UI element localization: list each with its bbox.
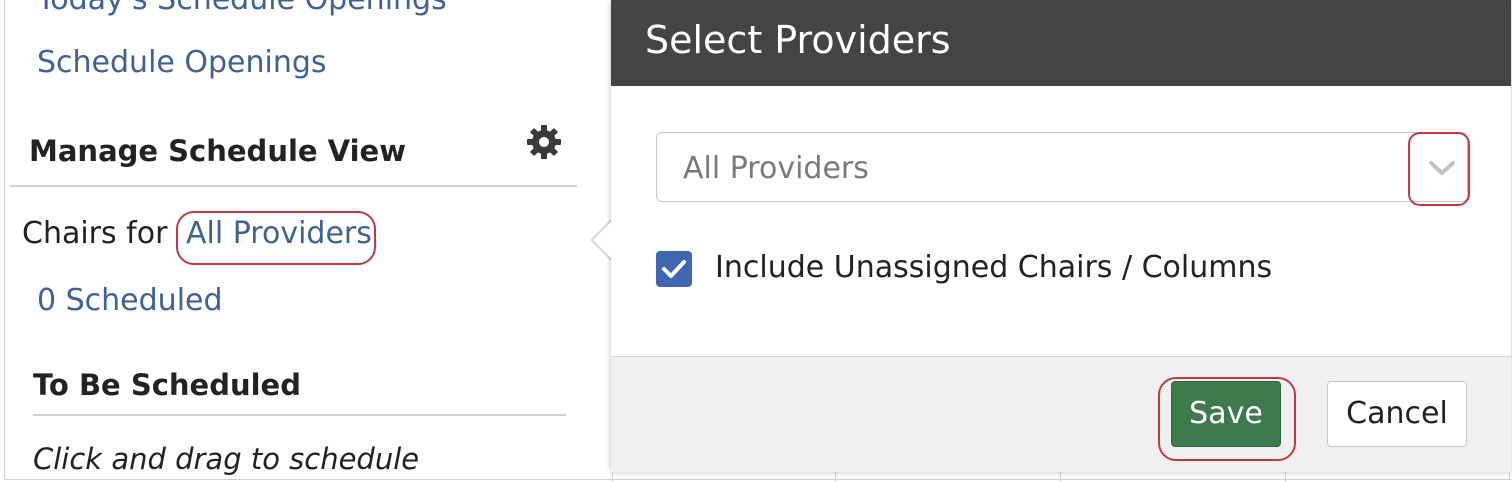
schedule-openings-link[interactable]: Schedule Openings bbox=[37, 45, 327, 80]
include-unassigned-label[interactable]: Include Unassigned Chairs / Columns bbox=[715, 250, 1272, 285]
chevron-down-icon[interactable] bbox=[1427, 153, 1457, 183]
popover-header: Select Providers bbox=[611, 0, 1511, 86]
divider bbox=[33, 414, 566, 416]
todays-schedule-openings-link[interactable]: Today's Schedule Openings bbox=[37, 0, 447, 17]
gear-icon[interactable] bbox=[524, 122, 564, 162]
chairs-for-label: Chairs for bbox=[22, 216, 168, 251]
select-providers-popover: Select Providers All Providers Include U… bbox=[611, 0, 1511, 472]
cancel-button[interactable]: Cancel bbox=[1327, 381, 1467, 447]
popover-title: Select Providers bbox=[645, 18, 951, 62]
to-be-scheduled-heading: To Be Scheduled bbox=[33, 368, 301, 402]
save-button[interactable]: Save bbox=[1171, 381, 1281, 447]
chairs-provider-link[interactable]: All Providers bbox=[186, 216, 372, 251]
provider-select-value: All Providers bbox=[683, 151, 869, 186]
include-unassigned-checkbox[interactable] bbox=[656, 251, 692, 287]
provider-select[interactable]: All Providers bbox=[656, 132, 1468, 202]
divider bbox=[10, 185, 577, 187]
popover-arrow-inner bbox=[593, 220, 613, 260]
drag-hint-text: Click and drag to schedule bbox=[33, 442, 420, 476]
popover-footer: Save Cancel bbox=[611, 356, 1511, 472]
manage-schedule-view-heading: Manage Schedule View bbox=[29, 134, 406, 168]
scheduled-count-link[interactable]: 0 Scheduled bbox=[37, 283, 223, 318]
